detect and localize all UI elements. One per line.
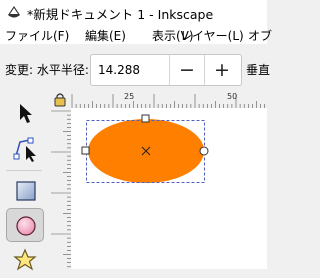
node-tool[interactable] [6,130,44,164]
menu-object[interactable]: オブ [248,27,272,44]
selector-tool[interactable] [6,96,44,130]
inkscape-icon [8,6,20,18]
ruler-corner [48,92,71,108]
vertical-ruler [48,108,71,269]
rx-label: 変更: 水平半径: [5,63,89,77]
decrement-button[interactable]: − [170,55,204,85]
arrow-cursor-icon [20,104,32,123]
ellipse-icon [16,216,36,236]
star-icon [13,248,37,271]
canvas-drawing [81,114,209,183]
ry-label: 垂直 [246,63,271,77]
toolbox [0,92,48,271]
rectangle-icon [16,181,36,201]
tool-controls-bar: 変更: 水平半径: − + 垂直 [0,44,271,93]
window-title: *新規ドキュメント 1 - Inkscape [27,6,214,22]
menu-edit[interactable]: 編集(E) [85,27,126,44]
drawing-canvas[interactable] [71,108,267,269]
star-tool[interactable] [6,244,44,278]
increment-button[interactable]: + [205,55,239,85]
node-edit-icon [13,137,36,162]
rectangle-tool[interactable] [6,174,44,208]
horizontal-ruler: 25 50 [71,92,267,108]
menu-layer[interactable]: レイヤー(L) [180,27,244,44]
ruler-ticks [51,110,71,268]
rx-input[interactable] [91,55,169,85]
ellipse-tool[interactable] [6,208,44,242]
menu-file[interactable]: ファイル(F) [5,27,69,44]
ry-handle[interactable] [141,114,150,123]
rx-spinbox: − + [90,54,242,86]
toolbox-divider [6,170,42,171]
arc-handle[interactable] [199,146,209,156]
rx-handle[interactable] [81,146,90,155]
menu-bar: ファイル(F) 編集(E) 表示(V) レイヤー(L) オブ [0,26,272,44]
ruler-label: 25 [124,92,135,101]
ruler-ticks [71,94,265,108]
lock-icon[interactable] [48,92,71,108]
title-bar: *新規ドキュメント 1 - Inkscape [0,0,267,26]
ruler-label: 50 [227,92,238,101]
